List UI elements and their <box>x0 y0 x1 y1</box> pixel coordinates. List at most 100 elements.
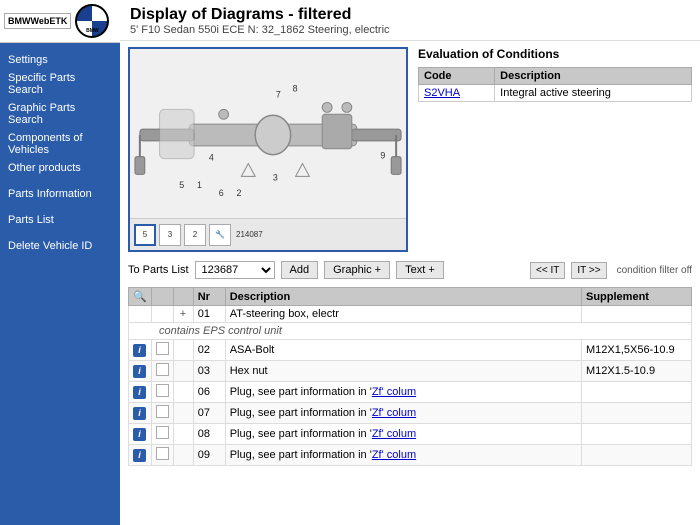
page-subtitle: 5' F10 Sedan 550i ECE N: 32_1862 Steerin… <box>130 24 690 36</box>
row-supplement <box>582 424 692 445</box>
row-icon-info: i <box>129 340 152 361</box>
row-supplement <box>582 445 692 466</box>
top-section: 7 8 3 4 5 1 6 2 9 <box>128 47 692 252</box>
zf-link[interactable]: Zf' colum <box>372 386 416 398</box>
col-search: 🔍 <box>129 288 152 306</box>
info-icon[interactable]: i <box>133 386 146 399</box>
diagram-box[interactable]: 7 8 3 4 5 1 6 2 9 <box>128 47 408 252</box>
checkbox-icon[interactable] <box>156 342 169 355</box>
row-description: Plug, see part information in 'Zf' colum <box>225 382 581 403</box>
row-supplement: M12X1,5X56-10.9 <box>582 340 692 361</box>
add-button[interactable]: Add <box>281 261 319 279</box>
checkbox-icon[interactable] <box>156 426 169 439</box>
page-title: Display of Diagrams - filtered <box>130 6 690 24</box>
plus-icon[interactable]: + <box>178 308 188 320</box>
sidebar-item-graphic-parts-search[interactable]: Graphic Parts Search <box>0 99 120 129</box>
row-description: Plug, see part information in 'Zf' colum <box>225 403 581 424</box>
evaluation-table: Code Description S2VHA Integral active s… <box>418 67 692 102</box>
svg-text:8: 8 <box>293 84 298 94</box>
filter-label: condition filter off <box>617 265 692 276</box>
zf-link[interactable]: Zf' colum <box>372 449 416 461</box>
checkbox-icon[interactable] <box>156 447 169 460</box>
table-row: +01AT-steering box, electr <box>129 306 692 323</box>
table-row: i03Hex nutM12X1.5-10.9 <box>129 361 692 382</box>
sidebar-logos: BMWWebETK <box>0 0 120 43</box>
col-icon3 <box>173 288 193 306</box>
sidebar-item-components-of-vehicles[interactable]: Components of Vehicles <box>0 129 120 159</box>
sidebar-item-specific-parts-search[interactable]: Specific Parts Search <box>0 69 120 99</box>
info-icon[interactable]: i <box>133 428 146 441</box>
row-supplement <box>582 382 692 403</box>
sidebar-item-settings[interactable]: Settings <box>0 51 120 69</box>
row-description: AT-steering box, electr <box>225 306 581 323</box>
eval-col-description: Description <box>495 68 692 85</box>
parts-tbody: +01AT-steering box, electrcontains EPS c… <box>129 306 692 466</box>
svg-text:9: 9 <box>380 151 385 161</box>
row-icon-check <box>151 306 173 323</box>
info-icon[interactable]: i <box>133 449 146 462</box>
row-icon-check <box>151 340 173 361</box>
thumbnail-3[interactable]: 2 <box>184 224 206 246</box>
row-nr: 02 <box>193 340 225 361</box>
svg-text:5: 5 <box>179 180 184 190</box>
row-icon-info: i <box>129 403 152 424</box>
to-parts-list-label: To Parts List <box>128 264 189 276</box>
eval-code-link[interactable]: S2VHA <box>424 87 460 99</box>
sidebar-item-delete-vehicle-id[interactable]: Delete Vehicle ID <box>0 237 120 255</box>
zf-link[interactable]: Zf' colum <box>372 428 416 440</box>
etk-logo: BMWWebETK <box>4 13 71 29</box>
svg-text:6: 6 <box>219 188 224 198</box>
sidebar: BMWWebETK Settings Specific Parts Search… <box>0 0 120 525</box>
info-icon[interactable]: i <box>133 365 146 378</box>
thumbnail-tool[interactable]: 🔧 <box>209 224 231 246</box>
row-supplement <box>582 306 692 323</box>
row-nr: 01 <box>193 306 225 323</box>
thumbnail-2[interactable]: 3 <box>159 224 181 246</box>
col-desc-header: Description <box>225 288 581 306</box>
row-icon-plus <box>173 340 193 361</box>
checkbox-icon[interactable] <box>156 405 169 418</box>
row-description: Plug, see part information in 'Zf' colum <box>225 445 581 466</box>
zf-link[interactable]: Zf' colum <box>372 407 416 419</box>
row-nr: 08 <box>193 424 225 445</box>
info-icon[interactable]: i <box>133 344 146 357</box>
evaluation-box: Evaluation of Conditions Code Descriptio… <box>418 47 692 252</box>
row-nr: 06 <box>193 382 225 403</box>
row-nr: 09 <box>193 445 225 466</box>
eval-description: Integral active steering <box>495 85 692 102</box>
content-area: 7 8 3 4 5 1 6 2 9 <box>120 41 700 525</box>
prev-button[interactable]: << IT <box>530 262 565 279</box>
parts-list-select[interactable]: 123687 <box>195 261 275 279</box>
row-icon-plus: + <box>173 306 193 323</box>
checkbox-icon[interactable] <box>156 363 169 376</box>
row-icon-plus <box>173 361 193 382</box>
thumbnail-1[interactable]: 5 <box>134 224 156 246</box>
row-icon-plus <box>173 424 193 445</box>
row-icon-info: i <box>129 445 152 466</box>
sidebar-item-parts-information[interactable]: Parts Information <box>0 185 120 203</box>
sub-row-text: contains EPS control unit <box>129 323 692 340</box>
row-icon-info: i <box>129 361 152 382</box>
header: Display of Diagrams - filtered 5' F10 Se… <box>120 0 700 41</box>
checkbox-icon[interactable] <box>156 384 169 397</box>
table-sub-row: contains EPS control unit <box>129 323 692 340</box>
eval-row-0: S2VHA Integral active steering <box>419 85 692 102</box>
sidebar-item-other-products[interactable]: Other products <box>0 159 120 177</box>
table-row: i08Plug, see part information in 'Zf' co… <box>129 424 692 445</box>
svg-text:4: 4 <box>209 153 214 163</box>
toolbar: To Parts List 123687 Add Graphic + Text … <box>128 258 692 282</box>
graphic-button[interactable]: Graphic + <box>324 261 390 279</box>
info-icon[interactable]: i <box>133 407 146 420</box>
row-icon-info <box>129 306 152 323</box>
row-icon-check <box>151 424 173 445</box>
main-content: Display of Diagrams - filtered 5' F10 Se… <box>120 0 700 525</box>
row-icon-info: i <box>129 382 152 403</box>
row-nr: 07 <box>193 403 225 424</box>
diagram-thumbnails: 5 3 2 🔧 214087 <box>130 218 406 250</box>
row-icon-plus <box>173 445 193 466</box>
sidebar-item-parts-list[interactable]: Parts List <box>0 211 120 229</box>
row-description: ASA-Bolt <box>225 340 581 361</box>
diagram-svg: 7 8 3 4 5 1 6 2 9 <box>130 49 406 219</box>
next-button[interactable]: IT >> <box>571 262 606 279</box>
text-button[interactable]: Text + <box>396 261 444 279</box>
